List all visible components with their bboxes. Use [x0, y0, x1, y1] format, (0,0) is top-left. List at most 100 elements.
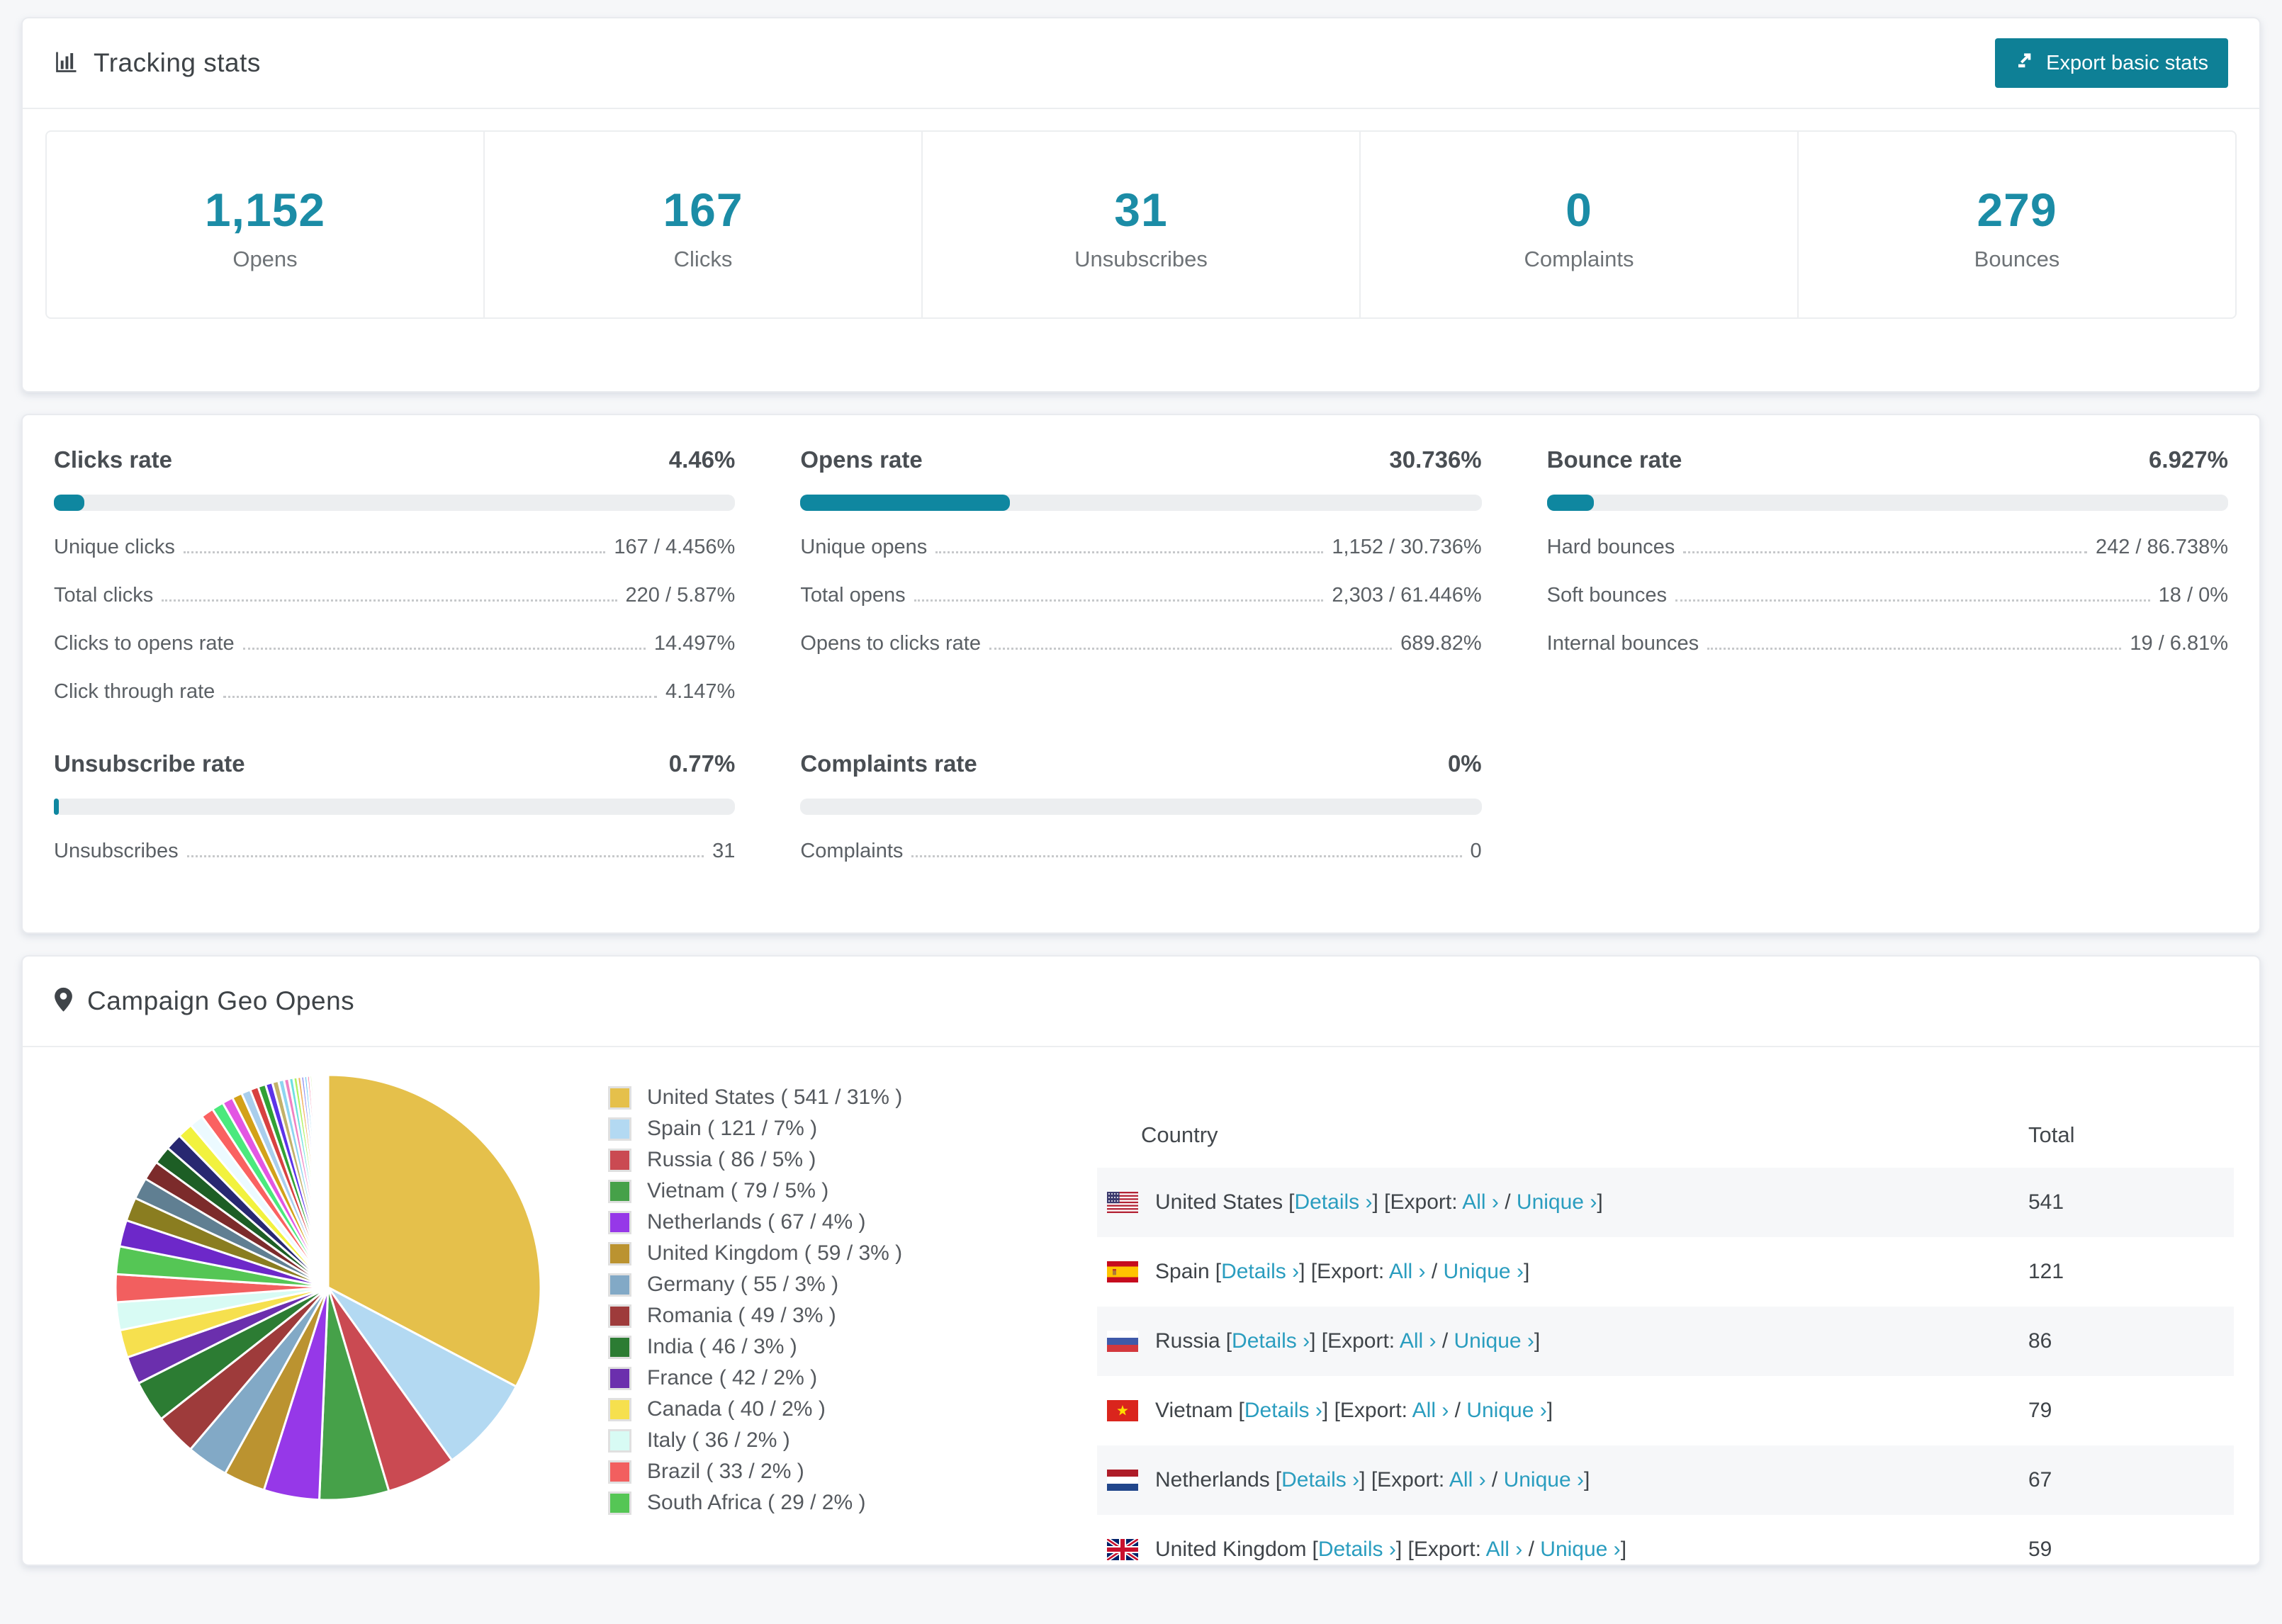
export-all-link-ru[interactable]: All › — [1400, 1329, 1437, 1353]
rate-detail-row: Opens to clicks rate 689.82% — [800, 632, 1481, 655]
rate-detail-label: Click through rate — [54, 680, 215, 703]
details-link-nl[interactable]: Details › — [1281, 1468, 1359, 1492]
rate-panel-opens-rate: Opens rate 30.736% Unique opens 1,152 / … — [800, 446, 1482, 704]
rate-detail-value: 18 / 0% — [2158, 584, 2228, 607]
details-link-gb[interactable]: Details › — [1318, 1538, 1396, 1561]
rate-detail-row: Clicks to opens rate 14.497% — [54, 632, 735, 655]
country-name: United States — [1155, 1190, 1283, 1214]
country-total: 541 — [2028, 1190, 2064, 1214]
legend-label: India ( 46 / 3% ) — [647, 1335, 797, 1358]
country-name: United Kingdom — [1155, 1538, 1307, 1561]
export-all-link-gb[interactable]: All › — [1486, 1538, 1523, 1561]
legend-label: Romania ( 49 / 3% ) — [647, 1304, 836, 1327]
rate-detail-label: Internal bounces — [1546, 632, 1699, 655]
country-total: 86 — [2028, 1329, 2052, 1353]
rate-detail-row: Total opens 2,303 / 61.446% — [800, 584, 1481, 607]
rate-progress-track — [54, 495, 736, 511]
country-name: Vietnam — [1155, 1399, 1233, 1422]
pie-slice-other-40[interactable] — [326, 1073, 330, 1288]
rate-detail-row: Hard bounces 242 / 86.738% — [1547, 536, 2228, 559]
geo-opens-body: United States ( 541 / 31% ) Spain ( 121 … — [23, 1047, 2259, 1564]
legend-label: United Kingdom ( 59 / 3% ) — [647, 1241, 903, 1265]
dotted-leader — [911, 855, 1462, 857]
dotted-leader — [989, 648, 1393, 650]
geo-pie-legend: United States ( 541 / 31% ) Spain ( 121 … — [608, 1066, 1097, 1564]
rate-title: Bounce rate — [1546, 446, 1682, 473]
legend-label: South Africa ( 29 / 2% ) — [647, 1491, 866, 1514]
tracking-stats-card: Tracking stats Export basic stats 1,152 … — [21, 17, 2261, 393]
stat-label: Unsubscribes — [1074, 247, 1208, 271]
legend-swatch — [608, 1148, 631, 1172]
rates-card: Clicks rate 4.46% Unique clicks 167 / 4.… — [21, 414, 2261, 934]
dotted-leader — [1675, 599, 2150, 602]
country-name: Russia — [1155, 1329, 1220, 1353]
export-unique-link-nl[interactable]: Unique › — [1504, 1468, 1584, 1492]
legend-swatch — [608, 1241, 631, 1265]
geo-table-column: Country Total United States [Details ›] [… — [1097, 1066, 2234, 1564]
stat-value: 0 — [1566, 184, 1592, 236]
dotted-leader — [162, 599, 617, 602]
rate-detail-label: Unique opens — [800, 536, 928, 558]
export-all-link-nl[interactable]: All › — [1449, 1468, 1486, 1492]
country-total: 59 — [2028, 1538, 2052, 1561]
rate-detail-value: 2,303 / 61.446% — [1332, 584, 1482, 607]
rate-value: 6.927% — [2149, 446, 2228, 473]
rate-detail-row: Unsubscribes 31 — [54, 840, 735, 863]
export-icon — [2015, 50, 2036, 77]
rate-detail-label: Total clicks — [54, 584, 154, 607]
export-unique-link-ru[interactable]: Unique › — [1454, 1329, 1534, 1353]
dotted-leader — [223, 696, 657, 698]
stat-value: 31 — [1114, 184, 1168, 236]
rate-detail-row: Internal bounces 19 / 6.81% — [1547, 632, 2228, 655]
rate-detail-value: 242 / 86.738% — [2095, 536, 2228, 558]
rate-value: 0% — [1447, 750, 1482, 777]
details-link-es[interactable]: Details › — [1221, 1260, 1299, 1283]
map-pin-icon — [54, 987, 73, 1016]
geo-pie-column — [48, 1066, 608, 1564]
rate-detail-value: 0 — [1470, 840, 1482, 862]
summary-stats-row: 1,152 Opens 167 Clicks 31 Unsubscribes 0… — [45, 130, 2237, 319]
stat-label: Opens — [232, 247, 298, 271]
export-unique-link-vn[interactable]: Unique › — [1466, 1399, 1546, 1422]
export-button-label: Export basic stats — [2046, 51, 2208, 74]
export-all-link-es[interactable]: All › — [1389, 1260, 1426, 1283]
rate-value: 4.46% — [668, 446, 736, 473]
legend-item-germany: Germany ( 55 / 3% ) — [608, 1273, 1097, 1297]
stat-label: Complaints — [1524, 247, 1634, 271]
details-link-ru[interactable]: Details › — [1232, 1329, 1310, 1353]
rates-grid: Clicks rate 4.46% Unique clicks 167 / 4.… — [23, 415, 2259, 932]
export-unique-link-us[interactable]: Unique › — [1517, 1190, 1597, 1214]
rate-detail-value: 1,152 / 30.736% — [1332, 536, 1482, 558]
export-basic-stats-button[interactable]: Export basic stats — [1995, 38, 2228, 88]
rate-detail-label: Unsubscribes — [54, 840, 179, 862]
export-all-link-vn[interactable]: All › — [1412, 1399, 1449, 1422]
legend-item-france: France ( 42 / 2% ) — [608, 1366, 1097, 1390]
table-row-russia: Russia [Details ›] [Export: All › / Uniqu… — [1097, 1307, 2234, 1376]
legend-label: Italy ( 36 / 2% ) — [647, 1428, 790, 1452]
export-unique-link-es[interactable]: Unique › — [1444, 1260, 1524, 1283]
rate-detail-label: Opens to clicks rate — [800, 632, 981, 655]
rate-progress-track — [800, 799, 1482, 815]
geo-opens-title: Campaign Geo Opens — [87, 986, 355, 1015]
legend-item-spain: Spain ( 121 / 7% ) — [608, 1117, 1097, 1141]
export-unique-link-gb[interactable]: Unique › — [1540, 1538, 1620, 1561]
rate-detail-value: 167 / 4.456% — [614, 536, 736, 558]
details-link-us[interactable]: Details › — [1294, 1190, 1372, 1214]
legend-item-canada: Canada ( 40 / 2% ) — [608, 1397, 1097, 1421]
export-all-link-us[interactable]: All › — [1462, 1190, 1499, 1214]
country-total: 79 — [2028, 1399, 2052, 1422]
legend-swatch — [608, 1366, 631, 1390]
rate-title: Opens rate — [800, 446, 923, 473]
rate-detail-label: Unique clicks — [54, 536, 175, 558]
stat-label: Bounces — [1974, 247, 2060, 271]
table-row-spain: Spain [Details ›] [Export: All › / Unique… — [1097, 1237, 2234, 1307]
legend-label: Germany ( 55 / 3% ) — [647, 1273, 839, 1296]
stat-cell-bounces: 279 Bounces — [1799, 132, 2235, 317]
rate-detail-row: Soft bounces 18 / 0% — [1547, 584, 2228, 607]
details-link-vn[interactable]: Details › — [1244, 1399, 1322, 1422]
rate-detail-value: 689.82% — [1400, 632, 1482, 655]
rate-title: Unsubscribe rate — [54, 750, 245, 777]
rate-progress-fill — [1546, 495, 1595, 511]
rate-progress-track — [54, 799, 736, 815]
rate-detail-row: Unique opens 1,152 / 30.736% — [800, 536, 1481, 559]
